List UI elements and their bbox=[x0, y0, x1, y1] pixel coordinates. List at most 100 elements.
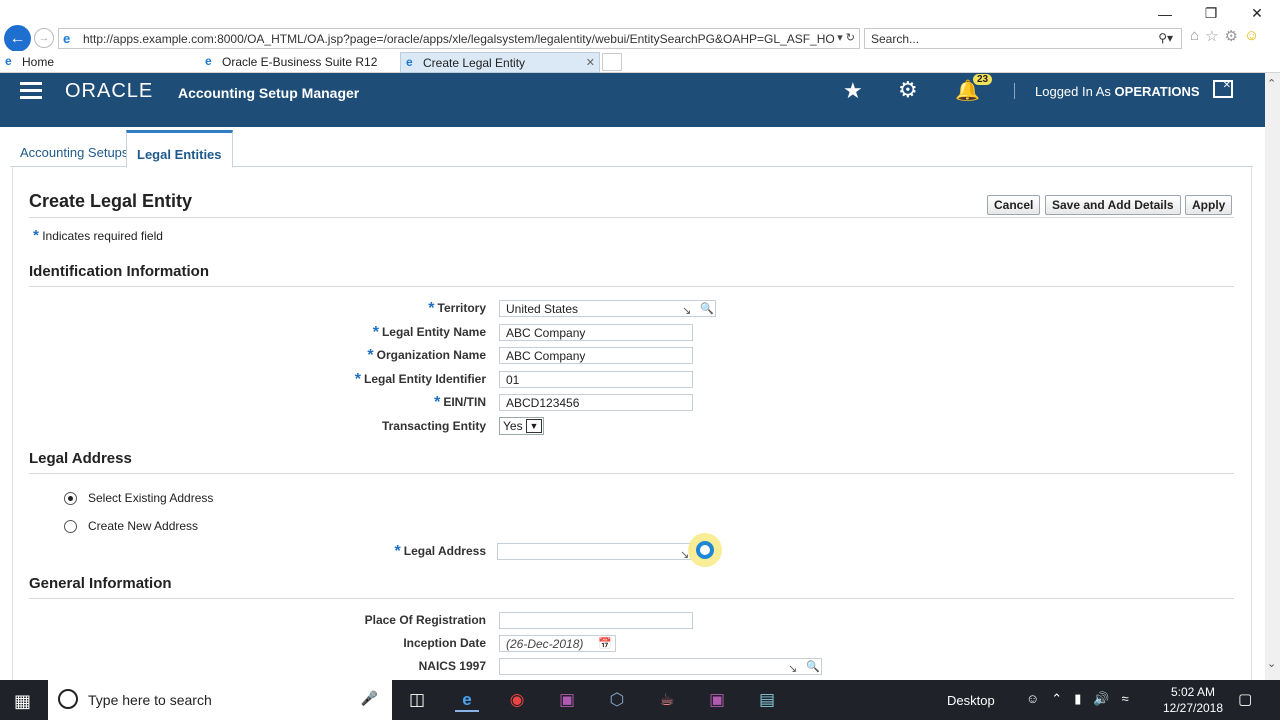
chrome-icon[interactable]: ◉ bbox=[505, 688, 529, 712]
browser-tab-create-legal-entity[interactable]: e Create Legal Entity ✕ bbox=[400, 52, 600, 73]
windows-start-icon[interactable]: ▦ bbox=[14, 691, 31, 712]
organization-name-label: * Organization Name bbox=[367, 347, 486, 364]
taskbar-search-input[interactable]: Type here to search 🎤 bbox=[48, 680, 392, 720]
people-icon[interactable]: ☺ bbox=[1026, 691, 1039, 707]
microphone-icon[interactable]: 🎤 bbox=[361, 690, 378, 707]
scroll-down-icon[interactable]: ⌄ bbox=[1267, 657, 1276, 670]
close-tab-icon[interactable]: ✕ bbox=[586, 56, 595, 69]
legal-entity-name-label: * Legal Entity Name bbox=[372, 324, 486, 341]
cancel-button[interactable]: Cancel bbox=[987, 195, 1041, 215]
show-hidden-icons-icon[interactable]: ⌃ bbox=[1051, 691, 1062, 707]
territory-search-icon[interactable]: 🔍 bbox=[700, 302, 714, 315]
desktop-toolbar-label[interactable]: Desktop bbox=[947, 693, 995, 708]
java-icon[interactable]: ☕ bbox=[655, 688, 679, 712]
ie-icon: e bbox=[63, 31, 71, 46]
notification-count-badge: 23 bbox=[973, 74, 993, 85]
browser-title-bar: — ❐ ✕ bbox=[0, 0, 1280, 27]
new-tab-button[interactable] bbox=[602, 53, 622, 71]
oracle-logo: ORACLE bbox=[65, 80, 154, 102]
section-divider bbox=[29, 598, 1234, 599]
ein-tin-field[interactable]: ABCD123456 bbox=[499, 394, 693, 411]
taskbar-clock[interactable]: 5:02 AM 12/27/2018 bbox=[1158, 684, 1228, 716]
favorites-star-icon[interactable]: ☆ bbox=[1205, 27, 1218, 45]
meeting-app-2-icon[interactable]: ▣ bbox=[705, 688, 729, 712]
action-center-icon[interactable]: ▢ bbox=[1238, 690, 1252, 708]
notepad-app-icon[interactable]: ▤ bbox=[755, 688, 779, 712]
logged-in-user: Logged In As OPERATIONS bbox=[1035, 84, 1200, 99]
apply-button[interactable]: Apply bbox=[1185, 195, 1233, 215]
restore-button[interactable]: ❐ bbox=[1188, 0, 1234, 27]
browser-tab-home[interactable]: e Home bbox=[0, 52, 200, 73]
battery-icon[interactable]: ▮ bbox=[1074, 691, 1081, 707]
browser-nav-bar: ← → e http://apps.example.com:8000/OA_HT… bbox=[0, 25, 1280, 52]
close-window-button[interactable]: ✕ bbox=[1234, 0, 1280, 27]
legal-entity-identifier-field[interactable]: 01 bbox=[499, 371, 693, 388]
create-new-address-radio[interactable] bbox=[64, 520, 77, 533]
calendar-icon[interactable]: 📅 bbox=[598, 637, 612, 650]
place-of-registration-field[interactable] bbox=[499, 612, 693, 629]
save-and-add-details-button[interactable]: Save and Add Details bbox=[1045, 195, 1181, 215]
header-divider bbox=[1014, 83, 1015, 99]
browser-tab-ebs[interactable]: e Oracle E-Business Suite R12 bbox=[200, 52, 400, 73]
tab-accounting-setups[interactable]: Accounting Setups bbox=[20, 145, 128, 160]
minimize-button[interactable]: — bbox=[1142, 0, 1188, 27]
chevron-down-icon: ▼ bbox=[526, 419, 542, 433]
territory-label: * Territory bbox=[428, 300, 486, 317]
forward-button[interactable]: → bbox=[34, 28, 54, 48]
organization-name-field[interactable]: ABC Company bbox=[499, 347, 693, 364]
required-star-icon: * bbox=[33, 227, 39, 244]
legal-address-field[interactable] bbox=[497, 543, 691, 560]
select-existing-address-radio[interactable] bbox=[64, 492, 77, 505]
legal-entity-name-field[interactable]: ABC Company bbox=[499, 324, 693, 341]
tab-legal-entities[interactable]: Legal Entities bbox=[126, 130, 233, 168]
wifi-icon[interactable]: ≈ bbox=[1122, 691, 1129, 707]
naics-search-icon[interactable]: 🔍 bbox=[806, 660, 820, 673]
search-icon[interactable]: ⚲▾ bbox=[1158, 31, 1173, 45]
legal-address-label: * Legal Address bbox=[394, 543, 486, 560]
windows-taskbar: ▦ Type here to search 🎤 ◫ e ◉ ▣ ⬡ ☕ ▣ ▤ … bbox=[0, 680, 1280, 720]
logout-icon[interactable]: ✕ bbox=[1213, 80, 1233, 98]
legal-address-search-icon[interactable] bbox=[688, 533, 722, 567]
select-existing-address-label[interactable]: Select Existing Address bbox=[88, 491, 213, 505]
section-divider bbox=[29, 473, 1234, 474]
section-legal-address-heading: Legal Address bbox=[29, 450, 132, 467]
page-tab-strip: Accounting Setups Legal Entities bbox=[10, 127, 1253, 168]
title-divider bbox=[29, 217, 1234, 218]
page-title: Create Legal Entity bbox=[29, 191, 193, 211]
virtualbox-icon[interactable]: ⬡ bbox=[605, 688, 629, 712]
app-title: Accounting Setup Manager bbox=[178, 85, 360, 101]
internet-explorer-icon[interactable]: e bbox=[455, 688, 479, 712]
create-new-address-label[interactable]: Create New Address bbox=[88, 519, 198, 533]
required-field-note: * Indicates required field bbox=[33, 227, 163, 244]
ein-tin-label: * EIN/TIN bbox=[434, 394, 486, 411]
settings-gear-icon[interactable]: ⚙ bbox=[898, 77, 918, 103]
tools-gear-icon[interactable]: ⚙ bbox=[1225, 27, 1238, 45]
back-button[interactable]: ← bbox=[4, 25, 31, 52]
section-divider bbox=[29, 286, 1234, 287]
volume-icon[interactable]: 🔊 bbox=[1093, 691, 1109, 707]
menu-icon[interactable] bbox=[20, 82, 42, 103]
feedback-smiley-icon[interactable]: ☺ bbox=[1244, 27, 1259, 45]
naics-1997-label: NAICS 1997 bbox=[418, 659, 486, 673]
app-header: ORACLE Accounting Setup Manager ★ ⚙ 🔔 23… bbox=[0, 73, 1265, 127]
task-view-icon[interactable]: ◫ bbox=[405, 688, 429, 712]
refresh-icon[interactable]: ▾ ↻ bbox=[837, 31, 855, 44]
inception-date-label: Inception Date bbox=[403, 636, 486, 650]
address-bar[interactable]: e http://apps.example.com:8000/OA_HTML/O… bbox=[58, 28, 860, 49]
lov-arrow-icon: ↘ bbox=[788, 663, 798, 675]
section-general-heading: General Information bbox=[29, 575, 172, 592]
ie-icon: e bbox=[5, 54, 12, 68]
scroll-up-icon[interactable]: ⌃ bbox=[1267, 77, 1276, 90]
page-scrollbar[interactable]: ⌃ ⌄ bbox=[1265, 73, 1280, 680]
favorites-icon[interactable]: ★ bbox=[843, 78, 863, 104]
ie-icon: e bbox=[406, 55, 413, 69]
browser-search-input[interactable]: Search... ⚲▾ bbox=[864, 28, 1182, 49]
transacting-entity-label: Transacting Entity bbox=[381, 419, 486, 433]
meeting-app-icon[interactable]: ▣ bbox=[555, 688, 579, 712]
section-identification-heading: Identification Information bbox=[29, 263, 209, 280]
home-icon[interactable]: ⌂ bbox=[1190, 27, 1199, 45]
naics-1997-field[interactable] bbox=[499, 658, 822, 675]
ie-icon: e bbox=[205, 54, 212, 68]
lov-arrow-icon: ↘ bbox=[682, 305, 692, 317]
transacting-entity-select[interactable]: Yes ▼ bbox=[499, 417, 544, 435]
